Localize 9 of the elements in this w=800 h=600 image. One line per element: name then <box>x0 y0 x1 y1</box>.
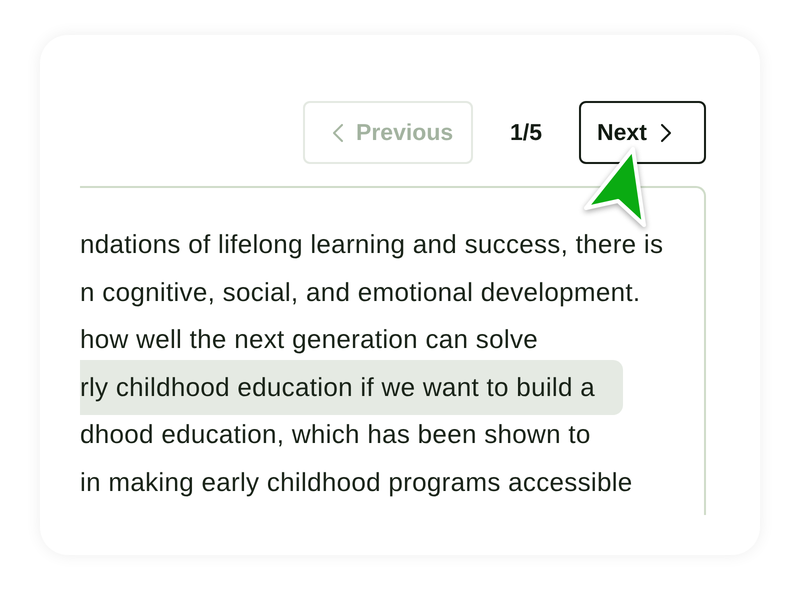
text-line: ndations of lifelong learning and success, there is <box>80 228 664 261</box>
chevron-right-icon <box>660 124 671 142</box>
chevron-left-icon <box>333 124 344 142</box>
page-indicator: 1/5 <box>510 118 542 148</box>
next-button[interactable]: Next <box>579 101 706 164</box>
text-line: dhood education, which has been shown to <box>80 418 591 452</box>
text-line: in making early childhood programs accessible <box>80 466 633 499</box>
text-line: n cognitive, social, and emotional development. <box>80 276 640 309</box>
text-line: how well the next generation can solve <box>80 323 538 356</box>
